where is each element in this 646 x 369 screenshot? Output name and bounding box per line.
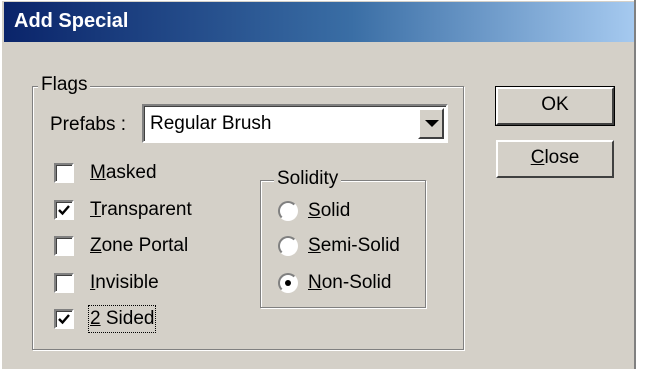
zone-portal-label: Zone Portal (90, 235, 189, 256)
ok-button[interactable]: OK (495, 86, 615, 126)
semi-solid-radio[interactable]: Semi-Solid (278, 234, 418, 260)
prefabs-selected-value: Regular Brush (150, 113, 272, 134)
non-solid-radio-circle[interactable] (278, 273, 298, 293)
semi-solid-radio-circle[interactable] (278, 236, 298, 256)
masked-checkbox[interactable]: Masked (54, 161, 214, 187)
prefabs-dropdown[interactable]: Regular Brush (142, 104, 448, 143)
zone-portal-checkbox-box[interactable] (54, 236, 74, 256)
add-special-dialog: Add Special Flags Prefabs : Regular Brus… (0, 0, 646, 369)
transparent-checkbox[interactable]: Transparent (54, 198, 224, 224)
prefabs-dropdown-button[interactable] (418, 108, 444, 139)
solid-radio-circle[interactable] (278, 201, 298, 221)
invisible-checkbox-box[interactable] (54, 273, 74, 293)
two-sided-checkbox-box[interactable] (54, 309, 74, 329)
close-button[interactable]: Close (496, 140, 614, 178)
semi-solid-label: Semi-Solid (308, 235, 400, 256)
transparent-checkbox-box[interactable] (54, 200, 74, 220)
two-sided-label: 2 Sided (87, 305, 157, 333)
invisible-label: Invisible (90, 272, 159, 293)
invisible-checkbox[interactable]: Invisible (54, 271, 214, 297)
solid-radio[interactable]: Solid (278, 199, 408, 225)
two-sided-checkbox[interactable]: 2 Sided (54, 305, 214, 333)
prefabs-label: Prefabs : (50, 114, 127, 135)
solidity-group-label: Solidity (274, 169, 342, 189)
checkmark-icon (58, 205, 70, 216)
checkmark-icon (58, 314, 70, 325)
dialog-title: Add Special (14, 10, 129, 32)
title-bar[interactable]: Add Special (4, 2, 636, 42)
masked-checkbox-box[interactable] (54, 163, 74, 183)
transparent-label: Transparent (90, 199, 192, 220)
non-solid-radio[interactable]: Non-Solid (278, 271, 418, 297)
non-solid-label: Non-Solid (308, 272, 392, 293)
flags-group-label: Flags (38, 75, 91, 95)
chevron-down-icon (425, 120, 439, 127)
zone-portal-checkbox[interactable]: Zone Portal (54, 234, 224, 260)
radio-dot-icon (285, 280, 291, 286)
masked-label: Masked (90, 162, 157, 183)
solid-label: Solid (308, 200, 351, 221)
